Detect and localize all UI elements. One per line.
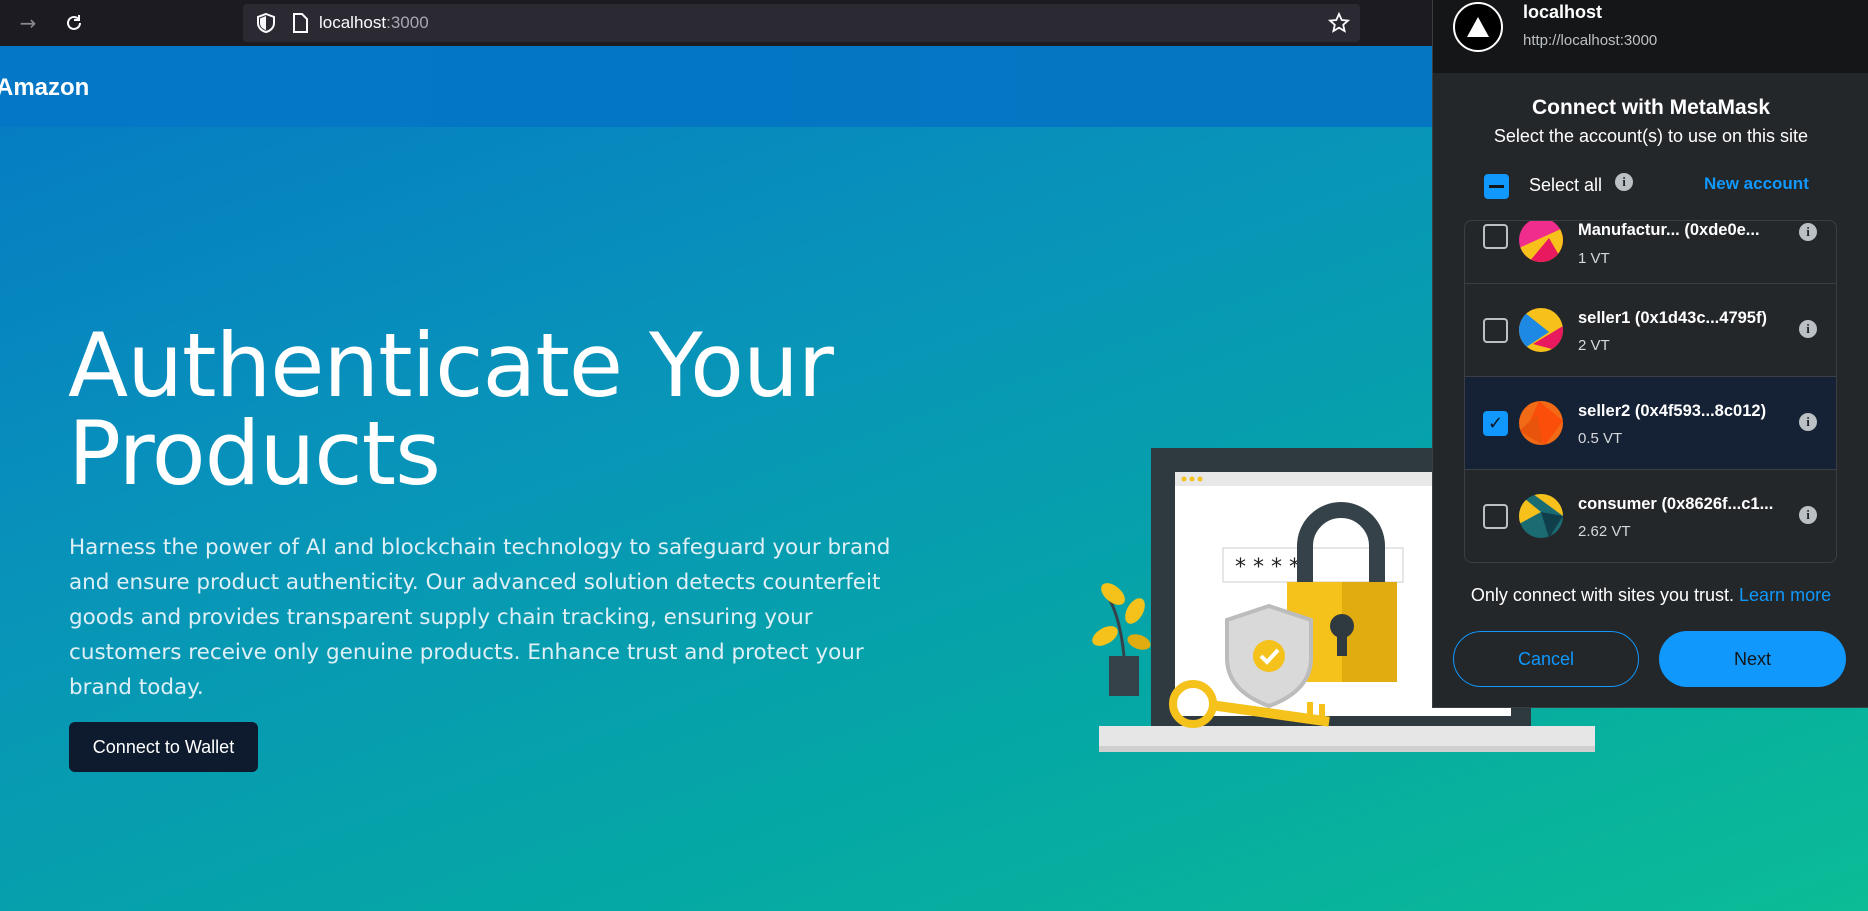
url-text[interactable]: localhost:3000 [319,13,429,33]
account-row[interactable]: consumer (0x8626f...c1... 2.62 VT i [1465,470,1836,562]
forward-icon[interactable]: → [14,9,42,37]
shield-icon[interactable] [255,12,277,34]
hero-title: Authenticate Your Products [68,322,968,498]
site-url: http://localhost:3000 [1523,32,1658,49]
select-all-checkbox[interactable] [1484,174,1509,199]
account-info-icon[interactable]: i [1799,320,1817,338]
trust-notice: Only connect with sites you trust. Learn… [1433,585,1868,606]
account-row[interactable]: seller1 (0x1d43c...4795f) 2 VT i [1465,284,1836,377]
account-info-icon[interactable]: i [1799,506,1817,524]
address-bar[interactable]: localhost:3000 [243,4,1360,42]
hero-title-line2: Products [68,402,441,505]
account-balance: 0.5 VT [1578,430,1623,447]
metamask-site-header: localhost http://localhost:3000 [1433,0,1868,73]
metamask-title: Connect with MetaMask [1531,96,1771,119]
account-balance: 2 VT [1578,337,1610,354]
site-name: localhost [1523,2,1603,22]
account-info-icon[interactable]: i [1799,223,1817,241]
select-all-label: Select all [1529,175,1603,195]
account-checkbox[interactable] [1483,318,1508,343]
account-balance: 2.62 VT [1578,523,1631,540]
account-checkbox[interactable] [1483,504,1508,529]
connect-wallet-button[interactable]: Connect to Wallet [69,722,258,772]
account-name: Manufactur... (0xde0e... [1578,221,1760,239]
account-row[interactable]: ✓ seller2 (0x4f593...8c012) 0.5 VT i [1465,377,1836,470]
learn-more-link[interactable]: Learn more [1739,585,1831,605]
account-row[interactable]: Manufactur... (0xde0e... 1 VT i [1465,221,1836,284]
hero-description: Harness the power of AI and blockchain t… [69,535,891,700]
next-button[interactable]: Next [1659,631,1846,687]
account-avatar [1519,221,1563,262]
account-list[interactable]: Manufactur... (0xde0e... 1 VT i seller1 … [1464,220,1837,563]
reload-icon[interactable] [60,9,88,37]
info-icon[interactable]: i [1615,173,1633,191]
account-avatar [1519,401,1563,445]
cancel-button[interactable]: Cancel [1453,631,1639,687]
new-account-link[interactable]: New account [1704,174,1809,194]
metamask-popup: localhost http://localhost:3000 Connect … [1432,0,1868,708]
metamask-subtitle: Select the account(s) to use on this sit… [1493,126,1809,146]
account-name: consumer (0x8626f...c1... [1578,495,1774,513]
account-avatar [1519,308,1563,352]
account-name: seller2 (0x4f593...8c012) [1578,402,1767,420]
page-icon[interactable] [291,13,309,33]
trust-text: Only connect with sites you trust. [1470,585,1735,605]
brand-logo[interactable]: Amazon [0,74,89,102]
account-checkbox-checked[interactable]: ✓ [1483,411,1508,436]
account-name: seller1 (0x1d43c...4795f) [1578,309,1767,327]
svg-text:* * * *: * * * * [1235,555,1300,580]
account-info-icon[interactable]: i [1799,413,1817,431]
site-triangle-icon [1453,2,1503,52]
account-checkbox[interactable] [1483,224,1508,249]
account-avatar [1519,494,1563,538]
bookmark-star-icon[interactable] [1328,12,1350,34]
account-balance: 1 VT [1578,250,1610,267]
